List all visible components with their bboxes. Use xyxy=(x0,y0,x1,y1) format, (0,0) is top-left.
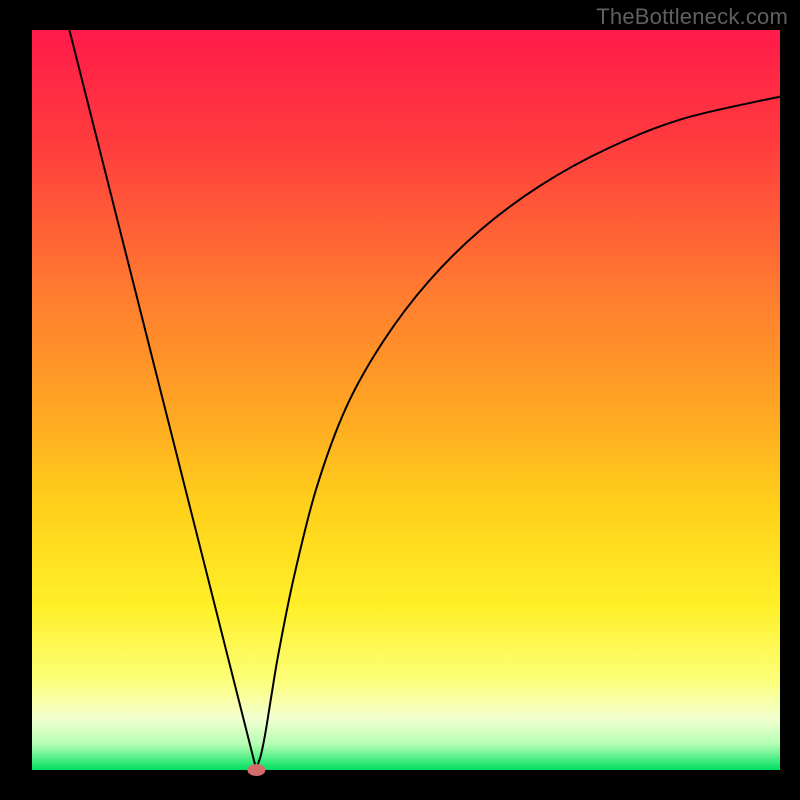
minimum-marker xyxy=(247,764,265,776)
bottleneck-chart: TheBottleneck.com xyxy=(0,0,800,800)
watermark-text: TheBottleneck.com xyxy=(596,4,788,30)
plot-background xyxy=(32,30,780,770)
chart-svg xyxy=(0,0,800,800)
